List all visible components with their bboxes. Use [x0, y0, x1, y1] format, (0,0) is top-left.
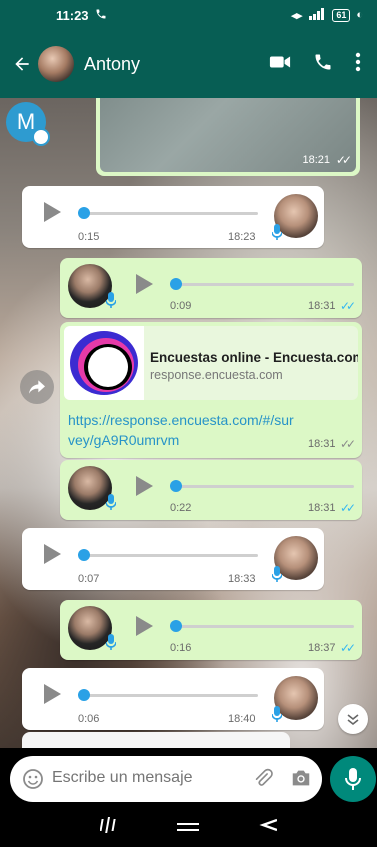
contact-name[interactable]: Antony	[84, 54, 269, 75]
emoji-icon[interactable]	[22, 768, 44, 790]
play-icon[interactable]	[136, 274, 153, 294]
double-check-icon: ✓✓	[340, 299, 356, 313]
audio-progress-track[interactable]	[174, 283, 354, 286]
link-message[interactable]: Encuestas online - Encuesta.com response…	[60, 322, 362, 458]
voice-message[interactable]: 0:06 18:40	[22, 668, 324, 730]
play-icon[interactable]	[136, 616, 153, 636]
mic-icon	[105, 494, 117, 510]
audio-progress-track[interactable]	[174, 625, 354, 628]
chat-header: Antony	[0, 30, 377, 98]
status-badge-icon	[32, 128, 50, 146]
voice-duration: 0:16	[170, 642, 192, 654]
chat-area[interactable]: 18:21 ✓✓ M 0:15 18:23 0:09 18:31 ✓✓ Encu…	[0, 98, 377, 748]
voice-duration: 0:06	[78, 713, 100, 725]
signal-icon	[308, 7, 326, 23]
message-link[interactable]: https://response.encuesta.com/#/survey/g…	[68, 410, 298, 450]
message-time: 18:37	[308, 642, 336, 654]
image-message[interactable]: 18:21 ✓✓	[96, 98, 360, 176]
play-icon[interactable]	[136, 476, 153, 496]
message-composer[interactable]	[10, 756, 322, 802]
message-input[interactable]	[52, 769, 242, 787]
audio-seek-knob[interactable]	[170, 480, 182, 492]
partial-message[interactable]	[22, 732, 290, 748]
back-arrow-icon[interactable]	[8, 54, 36, 74]
message-time: 18:21	[302, 154, 330, 166]
battery-icon: 61	[332, 8, 351, 22]
audio-seek-knob[interactable]	[170, 278, 182, 290]
link-title: Encuestas online - Encuesta.com	[150, 350, 358, 365]
voice-duration: 0:07	[78, 573, 100, 585]
voice-call-icon[interactable]	[313, 52, 333, 77]
encuesta-logo-icon	[64, 326, 144, 400]
mic-icon	[105, 292, 117, 308]
play-icon[interactable]	[44, 202, 61, 222]
message-time: 18:31	[308, 300, 336, 312]
chevron-down-icon	[347, 714, 359, 726]
call-indicator-icon	[95, 8, 107, 23]
mic-icon	[105, 634, 117, 650]
message-time: 18:23	[228, 231, 256, 243]
forward-icon	[29, 380, 45, 394]
mic-icon	[271, 224, 283, 240]
double-check-icon: ✓✓	[335, 153, 352, 167]
message-time: 18:40	[228, 713, 256, 725]
link-preview[interactable]: Encuestas online - Encuesta.com response…	[64, 326, 358, 400]
audio-seek-knob[interactable]	[78, 549, 90, 561]
vibrate-icon: ◂▸	[291, 9, 303, 22]
play-icon[interactable]	[44, 544, 61, 564]
double-check-icon: ✓✓	[340, 641, 356, 655]
audio-seek-knob[interactable]	[170, 620, 182, 632]
voice-duration: 0:22	[170, 502, 192, 514]
contact-avatar[interactable]	[38, 46, 74, 82]
status-time: 11:23	[56, 7, 89, 23]
message-time: 18:31	[308, 502, 336, 514]
double-check-icon: ✓✓	[340, 501, 356, 515]
audio-progress-track[interactable]	[82, 212, 258, 215]
forward-button[interactable]	[20, 370, 54, 404]
voice-duration: 0:15	[78, 231, 100, 243]
audio-progress-track[interactable]	[82, 694, 258, 697]
message-time: 18:31	[308, 438, 336, 450]
voice-message[interactable]: 0:15 18:23	[22, 186, 324, 248]
voice-message[interactable]: 0:07 18:33	[22, 528, 324, 590]
audio-seek-knob[interactable]	[78, 207, 90, 219]
voice-duration: 0:09	[170, 300, 192, 312]
status-bar: 11:23 ◂▸ 61 ◐	[0, 0, 377, 30]
system-nav-bar	[0, 808, 377, 847]
voice-message[interactable]: 0:22 18:31 ✓✓	[60, 460, 362, 520]
back-nav-icon[interactable]	[259, 818, 278, 837]
message-time: 18:33	[228, 573, 256, 585]
microphone-icon	[345, 768, 361, 790]
play-icon[interactable]	[44, 684, 61, 704]
video-call-icon[interactable]	[269, 54, 291, 75]
audio-progress-track[interactable]	[82, 554, 258, 557]
double-check-icon: ✓✓	[340, 437, 356, 451]
audio-seek-knob[interactable]	[78, 689, 90, 701]
mic-icon	[271, 706, 283, 722]
camera-icon[interactable]	[290, 768, 312, 790]
home-icon[interactable]	[177, 819, 200, 837]
voice-message[interactable]: 0:09 18:31 ✓✓	[60, 258, 362, 318]
voice-message[interactable]: 0:16 18:37 ✓✓	[60, 600, 362, 660]
more-options-icon[interactable]	[355, 52, 361, 77]
mic-icon	[271, 566, 283, 582]
scroll-to-bottom-button[interactable]	[338, 704, 368, 734]
voice-record-button[interactable]	[330, 756, 376, 802]
data-saver-icon: ◐	[356, 9, 363, 21]
link-domain: response.encuesta.com	[150, 368, 283, 382]
message-image[interactable]: 18:21 ✓✓	[100, 98, 356, 172]
paperclip-icon[interactable]	[252, 768, 274, 790]
recent-apps-icon[interactable]	[99, 817, 118, 838]
audio-progress-track[interactable]	[174, 485, 354, 488]
